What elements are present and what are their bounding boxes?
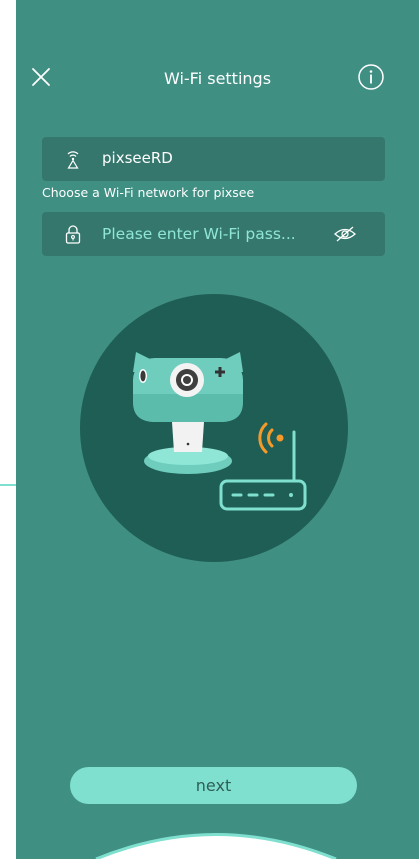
bottom-decoration bbox=[95, 833, 337, 859]
wifi-antenna-icon bbox=[67, 151, 79, 169]
info-icon[interactable] bbox=[357, 63, 385, 91]
ssid-field[interactable]: pixseeRD bbox=[42, 137, 385, 181]
lock-icon bbox=[65, 225, 81, 244]
next-button[interactable]: next bbox=[70, 767, 357, 804]
network-hint: Choose a Wi-Fi network for pixsee bbox=[42, 185, 255, 200]
baby-camera-illustration bbox=[133, 352, 243, 474]
nav-bar: Wi-Fi settings bbox=[16, 56, 419, 100]
password-input[interactable] bbox=[102, 223, 332, 245]
camera-router-illustration bbox=[80, 294, 348, 562]
password-field bbox=[42, 212, 385, 256]
wifi-settings-screen: Wi-Fi settings pixseeRD Choose a Wi-Fi n… bbox=[16, 0, 419, 859]
ssid-value: pixseeRD bbox=[102, 149, 173, 167]
eye-hidden-icon[interactable] bbox=[332, 224, 358, 244]
